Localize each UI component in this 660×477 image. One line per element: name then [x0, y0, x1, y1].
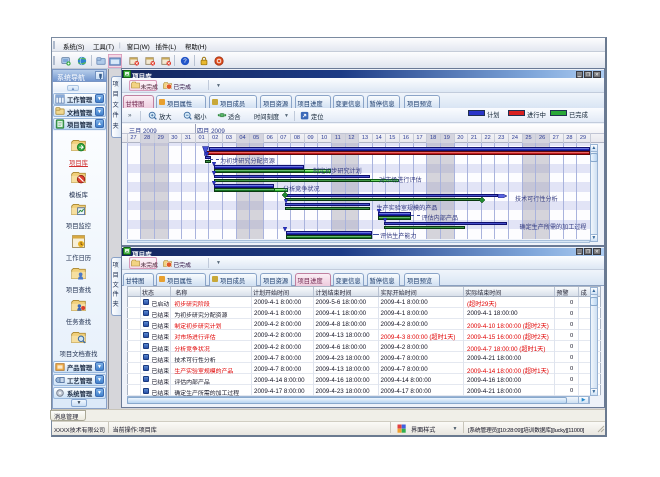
- svg-text:?: ?: [183, 58, 187, 65]
